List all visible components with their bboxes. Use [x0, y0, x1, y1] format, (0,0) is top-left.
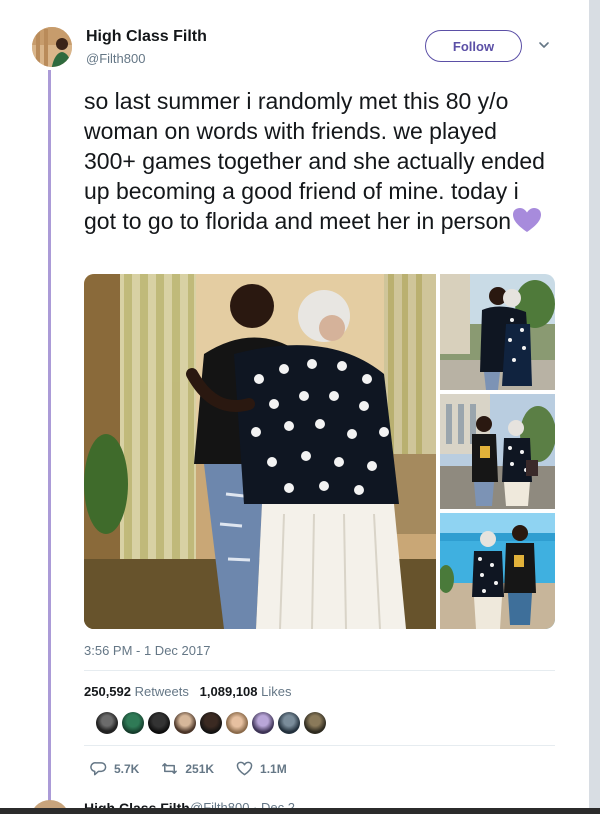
liker-avatar[interactable]: [200, 712, 222, 734]
like-button[interactable]: 1.1M: [236, 760, 287, 777]
liker-avatar[interactable]: [226, 712, 248, 734]
retweet-button[interactable]: 251K: [161, 760, 214, 777]
retweet-icon: [162, 763, 178, 774]
tweet-card: High Class Filth @Filth800 Follow so las…: [0, 0, 600, 814]
reply-count: 5.7K: [114, 761, 140, 776]
tweet-text-content: so last summer i randomly met this 80 y/…: [84, 88, 545, 234]
media-grid: [84, 274, 555, 629]
divider: [84, 670, 555, 671]
retweets-label[interactable]: Retweets: [135, 684, 189, 699]
liker-avatar[interactable]: [252, 712, 274, 734]
chevron-down-icon[interactable]: [537, 38, 551, 52]
liker-avatar[interactable]: [304, 712, 326, 734]
tweet-timestamp[interactable]: 3:56 PM - 1 Dec 2017: [84, 643, 210, 658]
like-count: 1.1M: [260, 761, 287, 776]
liker-avatar[interactable]: [278, 712, 300, 734]
reply-icon: [90, 762, 107, 776]
photo-side-pool[interactable]: [440, 513, 555, 629]
window-edge: [0, 808, 600, 814]
author-display-name[interactable]: High Class Filth: [86, 28, 207, 46]
thread-line: [48, 70, 51, 805]
likes-label[interactable]: Likes: [261, 684, 291, 699]
photo-main-hug[interactable]: [84, 274, 436, 629]
avatar[interactable]: [30, 25, 74, 69]
photo-side-hug[interactable]: [440, 274, 555, 390]
reply-button[interactable]: 5.7K: [90, 760, 139, 777]
purple-heart-emoji-icon: [513, 208, 542, 232]
retweets-count[interactable]: 250,592: [84, 684, 131, 699]
likes-count[interactable]: 1,089,108: [200, 684, 258, 699]
liker-avatar[interactable]: [148, 712, 170, 734]
liker-avatar[interactable]: [122, 712, 144, 734]
liker-avatar[interactable]: [174, 712, 196, 734]
follow-button[interactable]: Follow: [425, 30, 522, 62]
liker-avatars: [96, 712, 326, 734]
divider: [84, 745, 555, 746]
author-handle[interactable]: @Filth800: [86, 51, 145, 66]
heart-icon: [236, 761, 253, 776]
tweet-actions: 5.7K 251K 1.1M: [90, 760, 309, 777]
engagement-stats: 250,592 Retweets 1,089,108 Likes: [84, 684, 292, 699]
liker-avatar[interactable]: [96, 712, 118, 734]
photo-side-standing[interactable]: [440, 394, 555, 509]
retweet-count: 251K: [185, 761, 215, 776]
window-edge: [589, 0, 600, 814]
tweet-text: so last summer i randomly met this 80 y/…: [84, 86, 554, 236]
